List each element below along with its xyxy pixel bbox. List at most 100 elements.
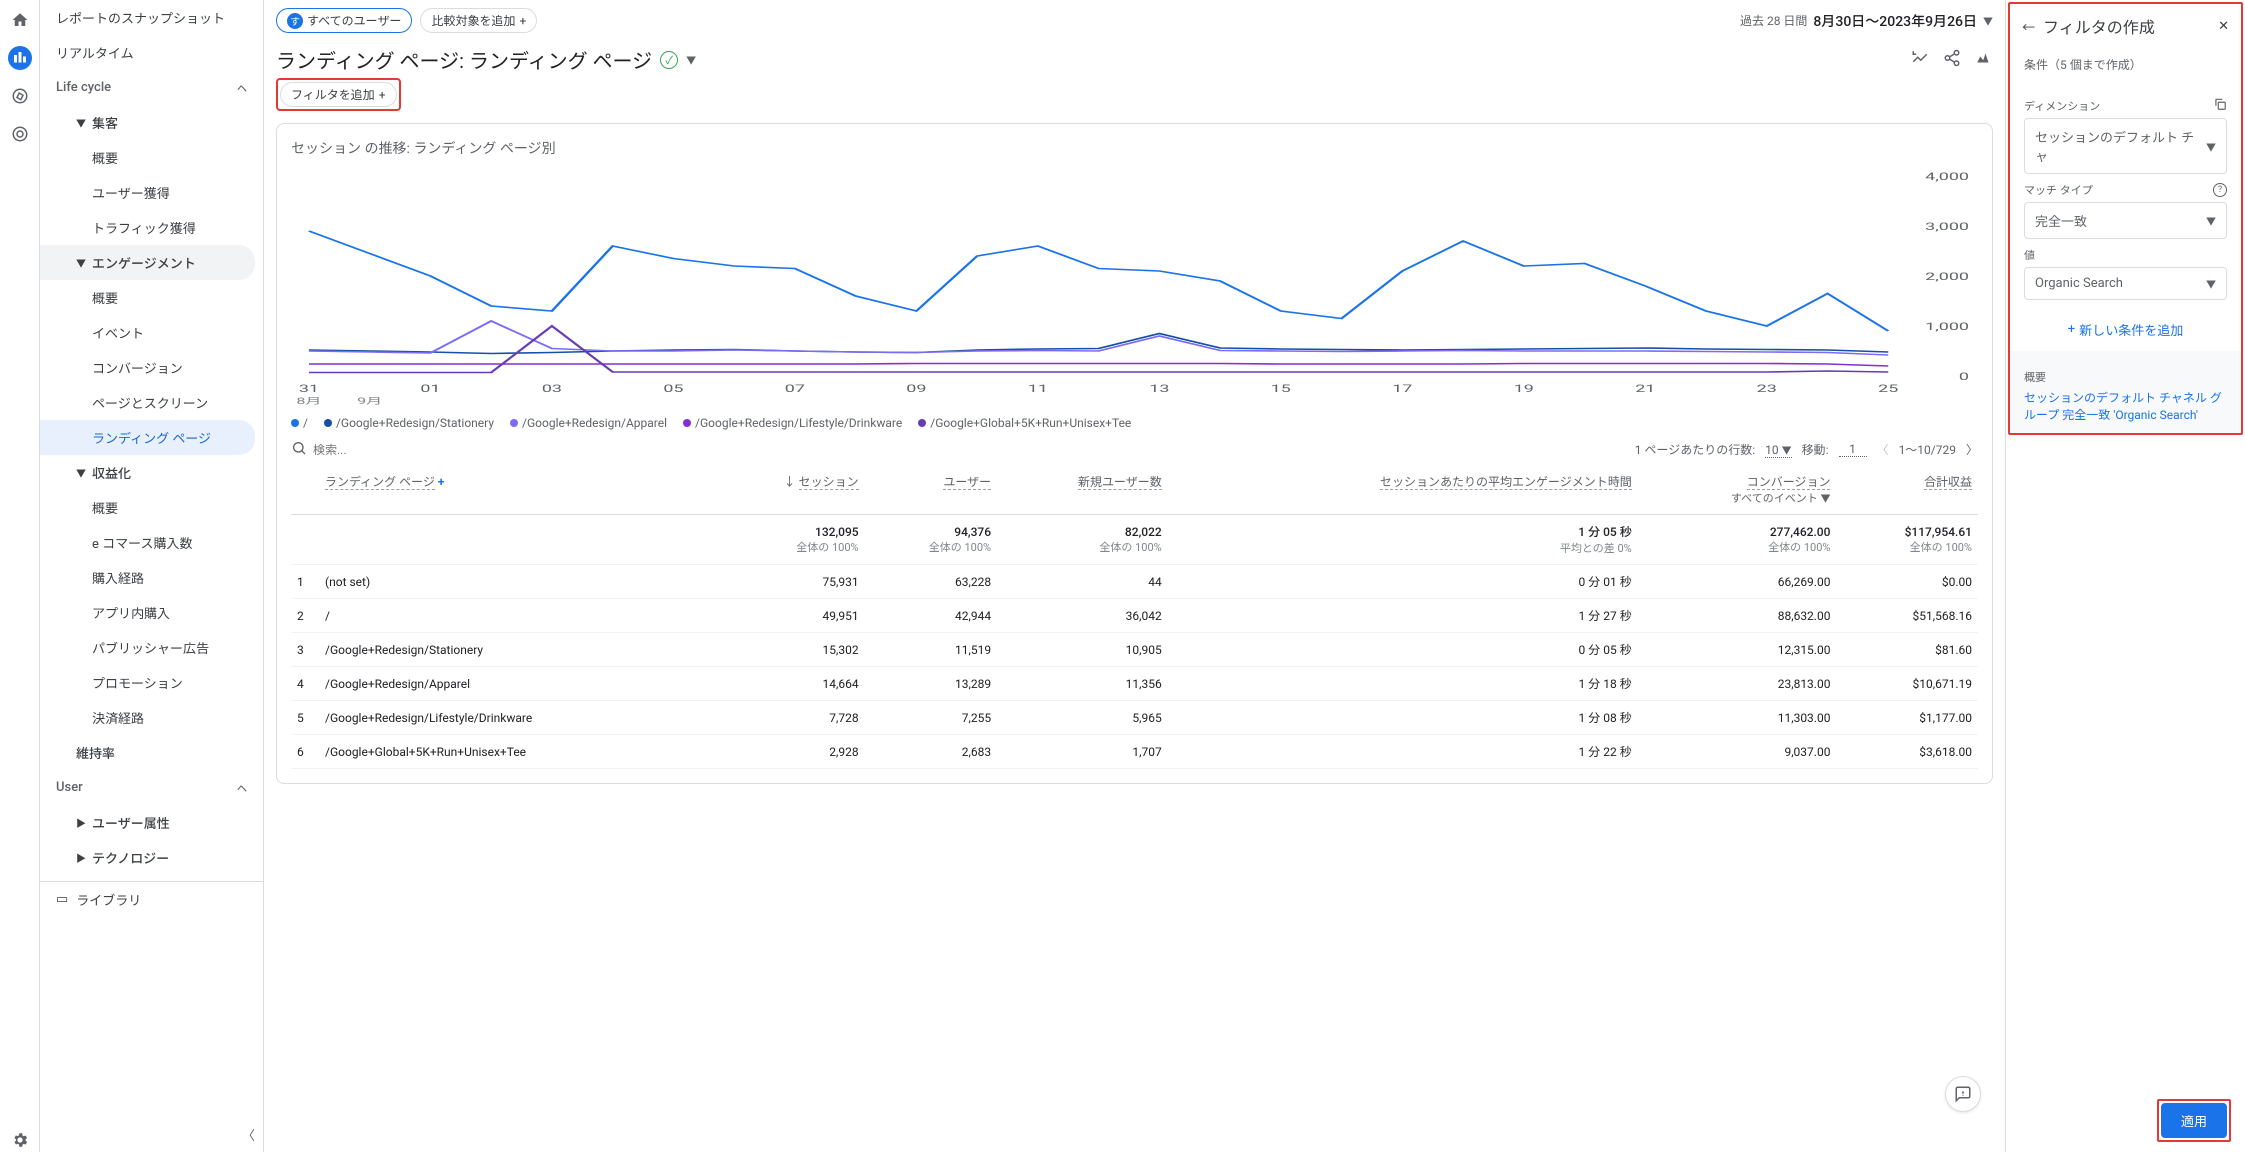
nav-mon-ecom[interactable]: e コマース購入数 — [40, 525, 263, 560]
svg-text:03: 03 — [542, 383, 562, 395]
nav-acquisition[interactable]: ▼集客 — [40, 105, 263, 140]
goto-input[interactable]: 1 — [1839, 442, 1867, 457]
condition-limit-text: 条件（5 個まで作成） — [2010, 48, 2241, 81]
svg-text:3,000: 3,000 — [1925, 221, 1969, 233]
add-dimension-icon[interactable]: + — [438, 475, 445, 489]
sidebar: レポートのスナップショット リアルタイム Life cycleヘ ▼集客 概要 … — [40, 0, 264, 1152]
svg-text:25: 25 — [1878, 383, 1898, 395]
svg-text:4,000: 4,000 — [1925, 171, 1969, 183]
svg-text:13: 13 — [1149, 383, 1169, 395]
table-row[interactable]: 2/49,95142,94436,0421 分 27 秒88,632.00$51… — [291, 599, 1978, 633]
goto-label: 移動: — [1802, 441, 1829, 458]
table-row[interactable]: 1(not set)75,93163,228440 分 01 秒66,269.0… — [291, 565, 1978, 599]
chart-card: セッション の推移: ランディング ページ別 4,0003,0002,0001,… — [276, 123, 1993, 784]
ads-icon[interactable] — [8, 122, 32, 146]
add-condition-button[interactable]: +新しい条件を追加 — [2010, 308, 2241, 351]
nav-acq-traffic[interactable]: トラフィック獲得 — [40, 210, 263, 245]
nav-retention[interactable]: 維持率 — [40, 735, 263, 770]
panel-close-icon[interactable]: ✕ — [2218, 19, 2229, 34]
nav-monetization[interactable]: ▼収益化 — [40, 455, 263, 490]
line-chart: 4,0003,0002,0001,00003101030507091113151… — [291, 166, 1978, 406]
table-search-input[interactable] — [313, 443, 469, 457]
nav-eng-conversions[interactable]: コンバージョン — [40, 350, 263, 385]
legend-item[interactable]: /Google+Redesign/Lifestyle/Drinkware — [683, 416, 902, 430]
svg-text:11: 11 — [1028, 383, 1048, 395]
svg-text:31: 31 — [299, 383, 319, 395]
nav-mon-publisher[interactable]: パブリッシャー広告 — [40, 630, 263, 665]
svg-text:21: 21 — [1635, 383, 1655, 395]
search-icon — [291, 440, 307, 459]
reports-icon[interactable] — [8, 46, 32, 70]
table-row[interactable]: 4/Google+Redesign/Apparel14,66413,28911,… — [291, 667, 1978, 701]
panel-back-icon[interactable]: ← — [2022, 17, 2035, 36]
chip-add-compare[interactable]: 比較対象を追加+ — [420, 8, 537, 33]
nav-eng-events[interactable]: イベント — [40, 315, 263, 350]
page-title: ランディング ページ: ランディング ページ — [276, 45, 652, 74]
chip-all-users[interactable]: すすべてのユーザー — [276, 8, 412, 33]
nav-eng-overview[interactable]: 概要 — [40, 280, 263, 315]
nav-mon-overview[interactable]: 概要 — [40, 490, 263, 525]
nav-user-attr[interactable]: ▶ユーザー属性 — [40, 805, 263, 840]
add-filter-chip[interactable]: フィルタを追加+ — [280, 82, 397, 107]
share-icon[interactable] — [1943, 49, 1961, 71]
rows-per-page-select[interactable]: 10 ▼ — [1765, 442, 1791, 458]
panel-title: フィルタの作成 — [2043, 14, 2210, 38]
nav-user-tech[interactable]: ▶テクノロジー — [40, 840, 263, 875]
date-range-picker[interactable]: 過去 28 日間 8月30日～2023年9月26日 ▼ — [1740, 11, 1993, 31]
date-prefix: 過去 28 日間 — [1740, 12, 1807, 29]
value-select[interactable]: Organic Search▼ — [2024, 267, 2227, 300]
status-check-icon[interactable]: ✓ — [660, 51, 678, 69]
filter-panel: ← フィルタの作成 ✕ 条件（5 個まで作成） ディメンション セッションのデフ… — [2005, 0, 2245, 1152]
nav-eng-pages[interactable]: ページとスクリーン — [40, 385, 263, 420]
dimension-select[interactable]: セッションのデフォルト チャ▼ — [2024, 118, 2227, 174]
nav-library[interactable]: ▭ライブラリ — [40, 882, 263, 917]
legend-item[interactable]: /Google+Redesign/Apparel — [510, 416, 667, 430]
nav-mon-promo[interactable]: プロモーション — [40, 665, 263, 700]
value-label: 値 — [2024, 247, 2227, 263]
help-icon[interactable]: ? — [2213, 183, 2227, 197]
page-prev-icon[interactable]: 〈 — [1877, 441, 1889, 458]
svg-text:07: 07 — [785, 383, 805, 395]
customize-icon[interactable] — [1911, 49, 1929, 71]
nav-mon-purchase[interactable]: 購入経路 — [40, 560, 263, 595]
main-content: すすべてのユーザー 比較対象を追加+ 過去 28 日間 8月30日～2023年9… — [264, 0, 2005, 1152]
match-type-select[interactable]: 完全一致▼ — [2024, 202, 2227, 239]
explore-icon[interactable] — [8, 84, 32, 108]
svg-text:01: 01 — [420, 383, 440, 395]
nav-acq-overview[interactable]: 概要 — [40, 140, 263, 175]
data-table: ランディング ページ +↓ セッションユーザー新規ユーザー数セッションあたりの平… — [291, 465, 1978, 769]
legend-item[interactable]: / — [291, 416, 308, 430]
nav-section-user[interactable]: Userヘ — [40, 770, 263, 805]
title-dropdown-icon[interactable]: ▼ — [686, 52, 696, 67]
feedback-icon[interactable] — [1945, 1076, 1981, 1112]
nav-rail — [0, 0, 40, 1152]
page-next-icon[interactable]: 〉 — [1966, 441, 1978, 458]
svg-text:09: 09 — [906, 383, 926, 395]
table-row[interactable]: 5/Google+Redesign/Lifestyle/Drinkware7,7… — [291, 701, 1978, 735]
insights-icon[interactable] — [1975, 49, 1993, 71]
svg-text:9月: 9月 — [357, 396, 382, 406]
table-row[interactable]: 6/Google+Global+5K+Run+Unisex+Tee2,9282,… — [291, 735, 1978, 769]
nav-realtime[interactable]: リアルタイム — [40, 35, 263, 70]
chart-legend: / /Google+Redesign/Stationery/Google+Rede… — [291, 416, 1978, 430]
copy-icon[interactable] — [2213, 97, 2227, 114]
svg-text:0: 0 — [1959, 371, 1969, 383]
table-row[interactable]: 3/Google+Redesign/Stationery15,30211,519… — [291, 633, 1978, 667]
legend-item[interactable]: /Google+Global+5K+Run+Unisex+Tee — [918, 416, 1131, 430]
svg-text:23: 23 — [1757, 383, 1777, 395]
nav-engagement[interactable]: ▼エンゲージメント — [40, 245, 255, 280]
nav-section-lifecycle[interactable]: Life cycleヘ — [40, 70, 263, 105]
home-icon[interactable] — [8, 8, 32, 32]
nav-mon-inapp[interactable]: アプリ内購入 — [40, 595, 263, 630]
svg-text:05: 05 — [663, 383, 683, 395]
nav-eng-landing[interactable]: ランディング ページ — [40, 420, 255, 455]
nav-acq-user[interactable]: ユーザー獲得 — [40, 175, 263, 210]
settings-icon[interactable] — [8, 1128, 32, 1152]
apply-button[interactable]: 適用 — [2161, 1103, 2227, 1138]
collapse-sidebar-icon[interactable]: 〈 — [242, 1125, 255, 1144]
nav-mon-checkout[interactable]: 決済経路 — [40, 700, 263, 735]
legend-item[interactable]: /Google+Redesign/Stationery — [324, 416, 494, 430]
svg-text:15: 15 — [1271, 383, 1291, 395]
nav-snapshot[interactable]: レポートのスナップショット — [40, 0, 263, 35]
date-range-text: 8月30日～2023年9月26日 — [1813, 11, 1977, 31]
